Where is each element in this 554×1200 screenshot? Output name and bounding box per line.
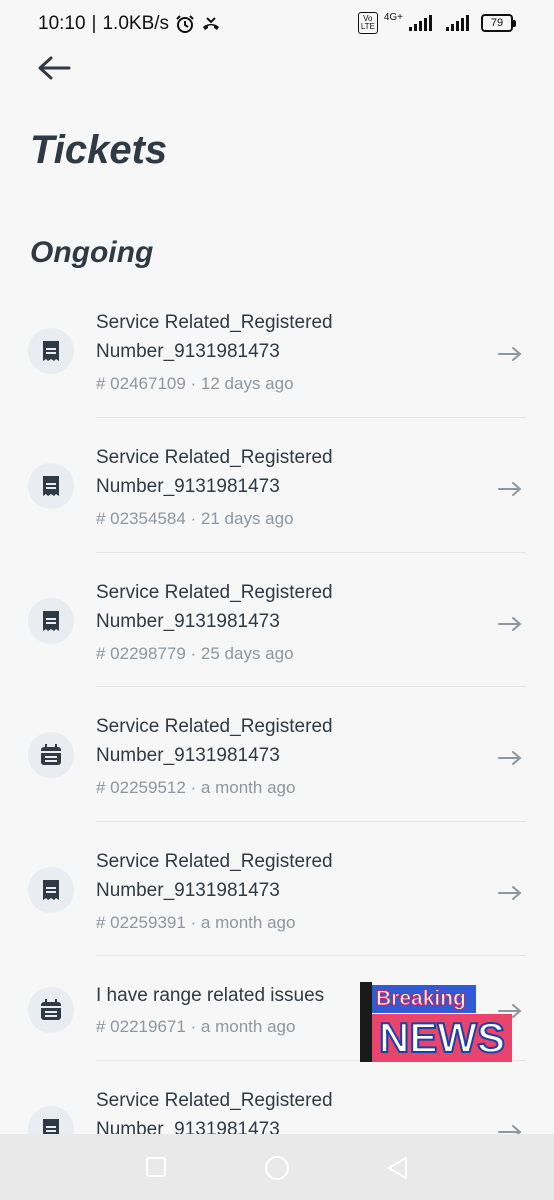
back-button[interactable] (36, 52, 72, 84)
divider (96, 955, 526, 956)
status-bar: 10:10 | 1.0KB/s Vo LTE 4G+ 79 (0, 0, 554, 48)
receipt-icon (28, 463, 74, 509)
signal-icon (409, 15, 432, 31)
ticket-meta: # 02259512 · a month ago (96, 778, 296, 797)
ticket-title: Service Related_Registered Number_913198… (96, 582, 333, 632)
receipt-icon (28, 598, 74, 644)
divider (96, 552, 526, 553)
alarm-icon (176, 15, 194, 33)
divider (96, 686, 526, 687)
ticket-meta: # 02467109 · 12 days ago (96, 374, 294, 393)
receipt-icon (28, 867, 74, 913)
ticket-meta: # 02298779 · 25 days ago (96, 644, 294, 663)
ticket-item[interactable]: Service Related_Registered Number_913198… (0, 300, 554, 418)
network-speed: 1.0KB/s (102, 13, 170, 34)
volte-badge: Vo LTE (357, 12, 378, 34)
arrow-right-icon (498, 617, 522, 631)
ticket-title: Service Related_Registered Number_913198… (96, 312, 333, 362)
ticket-item[interactable]: Service Related_Registered Number_913198… (0, 839, 554, 957)
calendar-icon (28, 732, 74, 778)
breaking-news-overlay: Breaking NEWS (360, 982, 512, 1062)
arrow-right-icon (498, 886, 522, 900)
divider (96, 417, 526, 418)
status-right: Vo LTE 4G+ 79 (357, 12, 516, 34)
calendar-icon (28, 987, 74, 1033)
signal-icon-2 (446, 15, 469, 31)
clock: 10:10 (38, 13, 86, 34)
ticket-meta: # 02354584 · 21 days ago (96, 509, 294, 528)
page-title: Tickets (30, 128, 168, 172)
breaking-label: Breaking (372, 985, 476, 1013)
arrow-right-icon (498, 482, 522, 496)
battery-icon: 79 (481, 14, 516, 32)
navigation-bar (0, 1134, 554, 1200)
ticket-title: Service Related_Registered Number_913198… (96, 447, 333, 497)
ticket-item[interactable]: Service Related_Registered Number_913198… (0, 704, 554, 822)
ticket-title: Service Related_Registered Number_913198… (96, 851, 333, 901)
ticket-item[interactable]: Service Related_Registered Number_913198… (0, 570, 554, 688)
receipt-icon (28, 328, 74, 374)
divider (96, 821, 526, 822)
battery-level: 79 (481, 14, 513, 32)
section-title: Ongoing (30, 236, 154, 269)
ticket-title: Service Related_Registered Number_913198… (96, 716, 333, 766)
ticket-title: I have range related issues (96, 985, 325, 1006)
home-button-icon[interactable] (263, 1154, 291, 1182)
arrow-right-icon (498, 751, 522, 765)
status-left: 10:10 | 1.0KB/s (38, 13, 221, 35)
news-label: NEWS (372, 1013, 512, 1062)
network-type: 4G+ (383, 12, 403, 23)
arrow-left-icon (38, 56, 71, 80)
ticket-item[interactable]: Service Related_Registered Number_913198… (0, 1078, 554, 1152)
ticket-meta: # 02219671 · a month ago (96, 1017, 296, 1036)
recents-button-icon[interactable] (145, 1156, 167, 1178)
ticket-item[interactable]: Service Related_Registered Number_913198… (0, 435, 554, 553)
missed-call-icon (203, 17, 220, 30)
back-nav-button-icon[interactable] (386, 1156, 408, 1180)
arrow-right-icon (498, 347, 522, 361)
ticket-meta: # 02259391 · a month ago (96, 913, 296, 932)
